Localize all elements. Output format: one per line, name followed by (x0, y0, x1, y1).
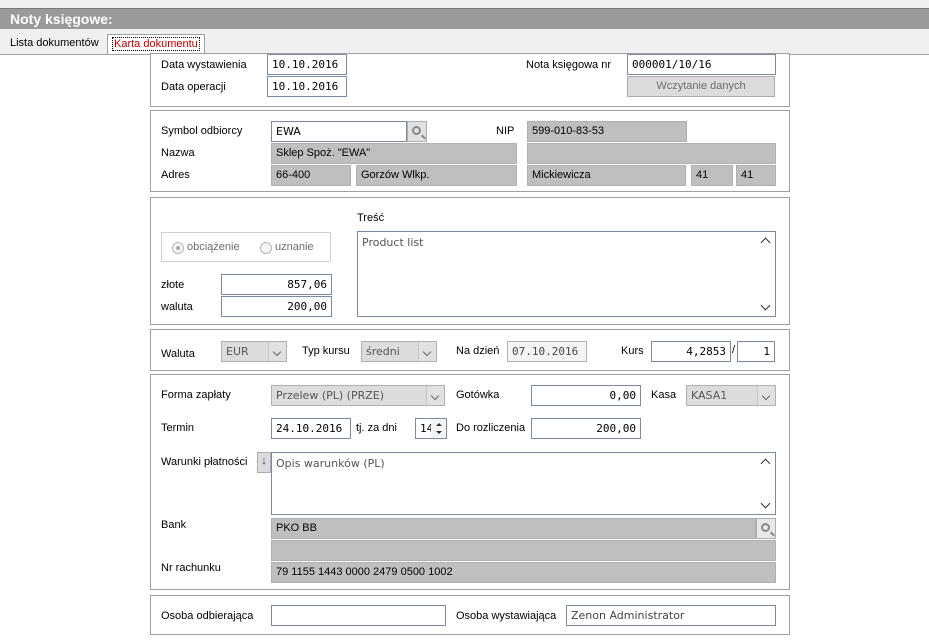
currency-label: Waluta (161, 348, 195, 360)
header-panel: Data wystawienia 10.10.2016 Data operacj… (150, 53, 790, 107)
days-stepper[interactable] (431, 418, 447, 439)
scroll-down-icon[interactable] (760, 300, 771, 311)
receiver-field[interactable] (271, 605, 446, 626)
chevron-down-icon[interactable] (418, 342, 436, 361)
account-number-field: 79 1155 1443 0000 2479 0500 1002 (271, 562, 776, 583)
tab-bar: Lista dokumentów Karta dokumentu (0, 29, 929, 55)
cashbox-value: KASA1 (691, 389, 728, 402)
scroll-up-icon[interactable] (760, 237, 771, 248)
postal-code-field: 66-400 (271, 165, 351, 186)
bank-label: Bank (161, 519, 187, 531)
rate-type-select[interactable]: średni (361, 341, 437, 362)
note-number-label: Nota księgowa nr (526, 59, 611, 71)
issuer-field[interactable]: Zenon Administrator (566, 605, 776, 626)
rate-unit-field[interactable]: 1 (737, 341, 775, 362)
issuer-label: Osoba wystawiająca (456, 610, 557, 622)
debit-radio[interactable] (172, 242, 184, 254)
recipient-name-label: Nazwa (161, 147, 195, 159)
persons-panel: Osoba odbierająca Osoba wystawiająca Zen… (150, 595, 790, 635)
cash-label: Gotówka (456, 389, 500, 401)
recipient-name-field: Sklep Spoż. "EWA" (271, 143, 517, 164)
chevron-down-icon[interactable] (268, 342, 286, 361)
rate-field[interactable]: 4,2853 (651, 341, 731, 362)
currency-amount-label: waluta (161, 301, 193, 313)
to-settle-field[interactable]: 200,00 (531, 418, 641, 439)
payment-terms-scrollbar[interactable] (758, 453, 775, 514)
content-label: Treść (357, 212, 385, 224)
street-field: Mickiewicza (527, 165, 686, 186)
payment-panel: Forma zapłaty Przelew (PL) (PRZE) Gotówk… (150, 374, 790, 590)
bank-second-line-field (271, 540, 776, 561)
tab-document-card[interactable]: Karta dokumentu (107, 34, 205, 54)
payment-form-select[interactable]: Przelew (PL) (PRZE) (271, 385, 445, 406)
note-number-field[interactable]: 000001/10/16 (627, 54, 776, 75)
credit-label: uznanie (275, 241, 314, 253)
city-field: Gorzów Wlkp. (356, 165, 517, 186)
cash-field[interactable]: 0,00 (531, 385, 641, 406)
chevron-down-icon[interactable] (426, 386, 444, 405)
currency-value: EUR (226, 345, 249, 358)
address-label: Adres (161, 169, 190, 181)
cashbox-label: Kasa (651, 389, 677, 401)
tab-document-card-label: Karta dokumentu (112, 37, 200, 51)
payment-form-value: Przelew (PL) (PRZE) (276, 389, 385, 402)
rate-type-value: średni (366, 345, 400, 358)
operation-date-label: Data operacji (161, 81, 226, 93)
operation-date-field[interactable]: 10.10.2016 (267, 76, 347, 97)
recipient-name2-field (527, 143, 776, 164)
issue-date-field[interactable]: 10.10.2016 (267, 54, 347, 75)
search-icon (761, 523, 770, 532)
currency-panel: Waluta EUR Typ kursu średni Na dzień 07.… (150, 329, 790, 371)
due-date-field[interactable]: 24.10.2016 (271, 418, 351, 439)
chevron-down-icon[interactable] (757, 386, 775, 405)
house-number-field: 41 (691, 165, 733, 186)
recipient-search-button[interactable] (407, 121, 427, 142)
rate-label: Kurs (621, 345, 644, 357)
content-scrollbar[interactable] (758, 232, 775, 316)
payment-terms-label: Warunki płatności (161, 456, 248, 468)
rate-type-label: Typ kursu (302, 345, 350, 357)
search-icon (412, 126, 421, 135)
scroll-down-icon[interactable] (760, 498, 771, 509)
to-settle-label: Do rozliczenia (456, 422, 526, 434)
issue-date-label: Data wystawienia (161, 59, 247, 71)
window-title: Noty księgowe: (0, 8, 929, 29)
pln-label: złote (161, 279, 185, 291)
bank-field: PKO BB (271, 518, 756, 539)
payment-terms-text: Opis warunków (PL) (276, 457, 385, 470)
days-label: tj. za dni (356, 422, 397, 434)
currency-select[interactable]: EUR (221, 341, 287, 362)
type-content-panel: obciążenie uznanie złote 857,06 waluta 2… (150, 197, 790, 325)
note-type-group: obciążenie uznanie (161, 232, 331, 262)
receiver-label: Osoba odbierająca (161, 610, 254, 622)
nip-label: NIP (496, 125, 515, 137)
recipient-panel: Symbol odbiorcy EWA NIP 599-010-83-53 Na… (150, 110, 790, 192)
payment-form-label: Forma zapłaty (161, 389, 231, 401)
document-card-content: Data wystawienia 10.10.2016 Data operacj… (0, 53, 929, 643)
recipient-symbol-field[interactable]: EWA (271, 121, 407, 142)
debit-label: obciążenie (187, 241, 240, 253)
bank-search-button[interactable] (756, 518, 776, 539)
payment-terms-textarea[interactable]: Opis warunków (PL) (271, 452, 776, 515)
content-textarea[interactable]: Product list (357, 231, 776, 317)
cashbox-select[interactable]: KASA1 (686, 385, 776, 406)
due-date-label: Termin (161, 422, 195, 434)
pln-amount-field[interactable]: 857,06 (221, 274, 332, 295)
load-data-button[interactable]: Wczytanie danych (627, 76, 775, 97)
content-text: Product list (362, 236, 424, 249)
rate-separator: / (732, 344, 736, 356)
tab-document-list[interactable]: Lista dokumentów (6, 34, 103, 54)
rate-date-field: 07.10.2016 (507, 341, 587, 362)
account-number-label: Nr rachunku (161, 562, 221, 574)
recipient-symbol-label: Symbol odbiorcy (161, 125, 243, 137)
insert-terms-button[interactable]: ↓ (257, 452, 271, 473)
nip-field: 599-010-83-53 (527, 121, 687, 142)
flat-number-field: 41 (736, 165, 776, 186)
credit-radio[interactable] (260, 242, 272, 254)
currency-amount-field[interactable]: 200,00 (221, 296, 332, 317)
scroll-up-icon[interactable] (760, 458, 771, 469)
rate-date-label: Na dzień (456, 345, 500, 357)
